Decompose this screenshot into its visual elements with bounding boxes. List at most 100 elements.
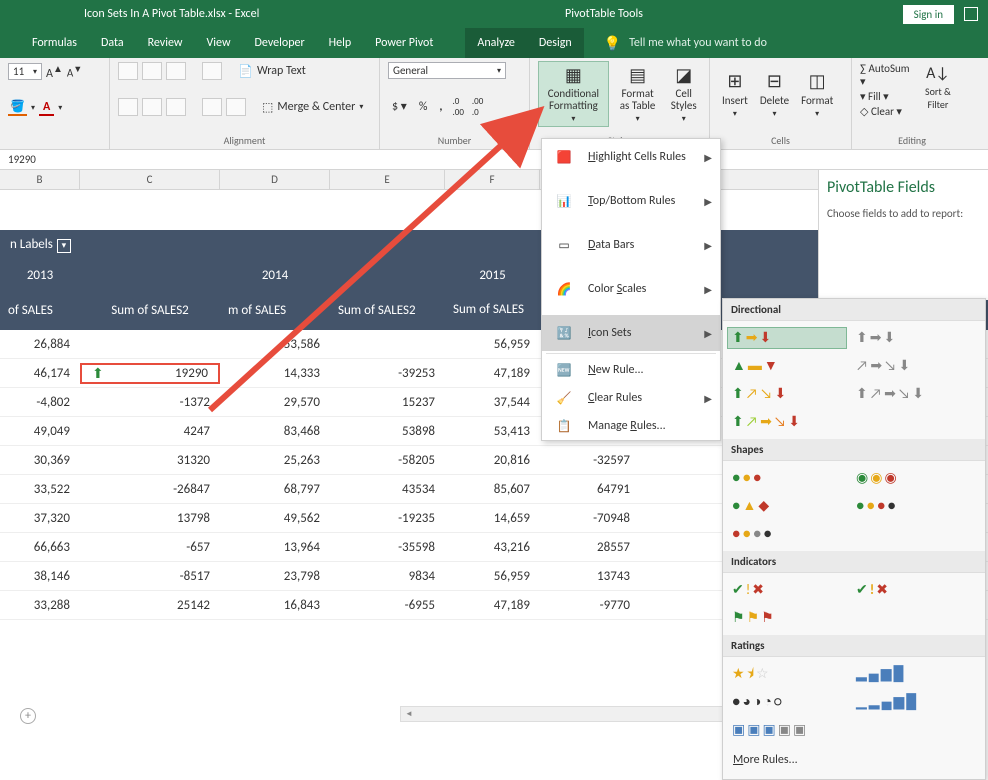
iconset-3arrows-gray[interactable]: ⬆➡⬇ (851, 327, 971, 349)
data-cell[interactable]: -32597 (540, 453, 640, 468)
iconset-5quarters[interactable]: ●◕◑◔○ (727, 691, 847, 713)
iconset-3signs[interactable]: ●▲◆ (727, 495, 847, 517)
column-labels-cell[interactable]: n Labels▾ (0, 237, 90, 253)
fill-color-dropdown-icon[interactable]: ▾ (31, 103, 35, 113)
data-cell[interactable]: 49,049 (0, 424, 80, 439)
iconset-5ratings[interactable]: ▁▂▄▆█ (851, 691, 971, 713)
merge-center-icon[interactable]: ⬚ (262, 100, 273, 115)
data-cell[interactable]: -19235 (330, 511, 445, 526)
align-center-icon[interactable] (142, 98, 162, 116)
cf-manage-rules[interactable]: 📋 Manage Rules... (542, 412, 720, 440)
fill-color-icon[interactable]: 🪣 (8, 99, 27, 116)
format-button[interactable]: ◫Format▾ (797, 68, 837, 121)
percent-format-icon[interactable]: % (415, 100, 432, 114)
iconset-4arrows-colored[interactable]: ⬆↗↘⬇ (727, 383, 847, 405)
increase-indent-icon[interactable] (226, 98, 246, 116)
data-cell[interactable]: -35598 (330, 540, 445, 555)
data-cell[interactable]: -70948 (540, 511, 640, 526)
cf-color-scales[interactable]: 🌈 Color Scales ▶ (542, 271, 720, 307)
data-cell[interactable]: -39253 (330, 366, 445, 381)
iconset-3trafficlights-rimmed[interactable]: ◉◉◉ (851, 467, 971, 489)
data-cell[interactable]: 14,333 (220, 366, 330, 381)
clear-button[interactable]: ◇ Clear ▾ (860, 105, 912, 118)
col-header-c[interactable]: C (80, 170, 220, 189)
cf-clear-rules[interactable]: 🧹 Clear Rules ▶ (542, 384, 720, 412)
increase-font-icon[interactable]: A▲ (46, 62, 63, 81)
data-cell[interactable]: 23,798 (220, 569, 330, 584)
data-cell[interactable]: 16,843 (220, 598, 330, 613)
iconset-5arrows-gray[interactable]: ⬆↗➡↘⬇ (851, 383, 971, 405)
iconset-3symbols[interactable]: ✔!✖ (851, 579, 971, 601)
data-cell[interactable]: 30,369 (0, 453, 80, 468)
data-cell[interactable]: 15237 (330, 395, 445, 410)
sort-filter-button[interactable]: A↓Sort & Filter (912, 62, 964, 118)
iconset-redtoblack[interactable]: ●●●● (727, 523, 847, 545)
iconset-3flags[interactable]: ⚑⚑⚑ (727, 607, 847, 629)
comma-format-icon[interactable]: , (435, 100, 446, 114)
iconset-4trafficlights[interactable]: ●●●● (851, 495, 971, 517)
cell-styles-button[interactable]: ◪ Cell Styles▾ (666, 62, 701, 126)
font-color-dropdown-icon[interactable]: ▾ (58, 103, 62, 113)
iconset-5boxes[interactable]: ▣▣▣▣▣ (727, 719, 847, 741)
iconset-more-rules[interactable]: More Rules... (723, 747, 985, 773)
data-cell[interactable]: 33,522 (0, 482, 80, 497)
data-cell[interactable]: 47,189 (445, 598, 540, 613)
data-cell[interactable]: -4,802 (0, 395, 80, 410)
delete-button[interactable]: ⊟Delete▾ (756, 68, 793, 121)
cf-highlight-cells[interactable]: 🟥 Highlight Cells Rules ▶ (542, 139, 720, 175)
cf-new-rule[interactable]: 🆕 New Rule... (542, 356, 720, 384)
column-labels-dropdown-icon[interactable]: ▾ (57, 239, 71, 253)
iconset-3stars[interactable]: ★⯨☆ (727, 663, 847, 685)
data-cell[interactable]: -657 (80, 540, 220, 555)
cf-top-bottom[interactable]: 📊 Top/Bottom Rules ▶ (542, 183, 720, 219)
fill-button[interactable]: ▾ Fill ▾ (860, 90, 912, 103)
align-top-icon[interactable] (118, 62, 138, 80)
tab-view[interactable]: View (194, 28, 242, 58)
insert-button[interactable]: ⊞Insert▾ (718, 68, 752, 121)
data-cell[interactable]: 4247 (80, 424, 220, 439)
decrease-font-icon[interactable]: A▼ (67, 64, 82, 80)
align-middle-icon[interactable] (142, 62, 162, 80)
data-cell[interactable]: ⬆19290 (80, 363, 220, 384)
col-header-e[interactable]: E (330, 170, 445, 189)
formula-bar[interactable]: 19290 (0, 150, 988, 170)
horizontal-scrollbar[interactable] (400, 706, 740, 722)
data-cell[interactable]: 53,586 (220, 337, 330, 352)
data-cell[interactable]: 37,320 (0, 511, 80, 526)
data-cell[interactable]: 53898 (330, 424, 445, 439)
merge-dropdown-icon[interactable]: ▾ (359, 102, 363, 112)
data-cell[interactable]: 9834 (330, 569, 445, 584)
data-cell[interactable]: 64791 (540, 482, 640, 497)
data-cell[interactable]: 13798 (80, 511, 220, 526)
data-cell[interactable]: 43,216 (445, 540, 540, 555)
data-cell[interactable]: 66,663 (0, 540, 80, 555)
wrap-text-button[interactable]: Wrap Text (257, 64, 306, 78)
data-cell[interactable]: 43534 (330, 482, 445, 497)
data-cell[interactable]: -26847 (80, 482, 220, 497)
iconset-3symbols-circled[interactable]: ✔!✖ (727, 579, 847, 601)
font-color-icon[interactable]: A (39, 100, 54, 116)
data-cell[interactable]: 14,659 (445, 511, 540, 526)
data-cell[interactable]: 25,263 (220, 453, 330, 468)
col-header-b[interactable]: B (0, 170, 80, 189)
data-cell[interactable]: 31320 (80, 453, 220, 468)
iconset-4ratings[interactable]: ▂▄▆█ (851, 663, 971, 685)
col-header-f[interactable]: F (445, 170, 540, 189)
accounting-format-icon[interactable]: $ ▾ (388, 99, 411, 114)
sign-in-button[interactable]: Sign in (903, 5, 954, 24)
data-cell[interactable]: -8517 (80, 569, 220, 584)
data-cell[interactable]: 13743 (540, 569, 640, 584)
iconset-3triangles[interactable]: ▲▬▼ (727, 355, 847, 377)
new-sheet-button[interactable]: + (20, 708, 36, 724)
decrease-decimal-icon[interactable]: .00.0 (470, 96, 485, 118)
increase-decimal-icon[interactable]: .0.00 (451, 96, 466, 118)
data-cell[interactable]: -6955 (330, 598, 445, 613)
data-cell[interactable]: 47,189 (445, 366, 540, 381)
data-cell[interactable]: 56,959 (445, 337, 540, 352)
wrap-text-icon[interactable]: 📄 (238, 64, 253, 79)
data-cell[interactable]: -1372 (80, 395, 220, 410)
cf-icon-sets[interactable]: 🔣 Icon Sets ▶ (542, 315, 720, 351)
conditional-formatting-button[interactable]: ▦ Conditional Formatting▾ (538, 61, 609, 127)
data-cell[interactable]: 25142 (80, 598, 220, 613)
merge-center-button[interactable]: Merge & Center (277, 100, 355, 114)
